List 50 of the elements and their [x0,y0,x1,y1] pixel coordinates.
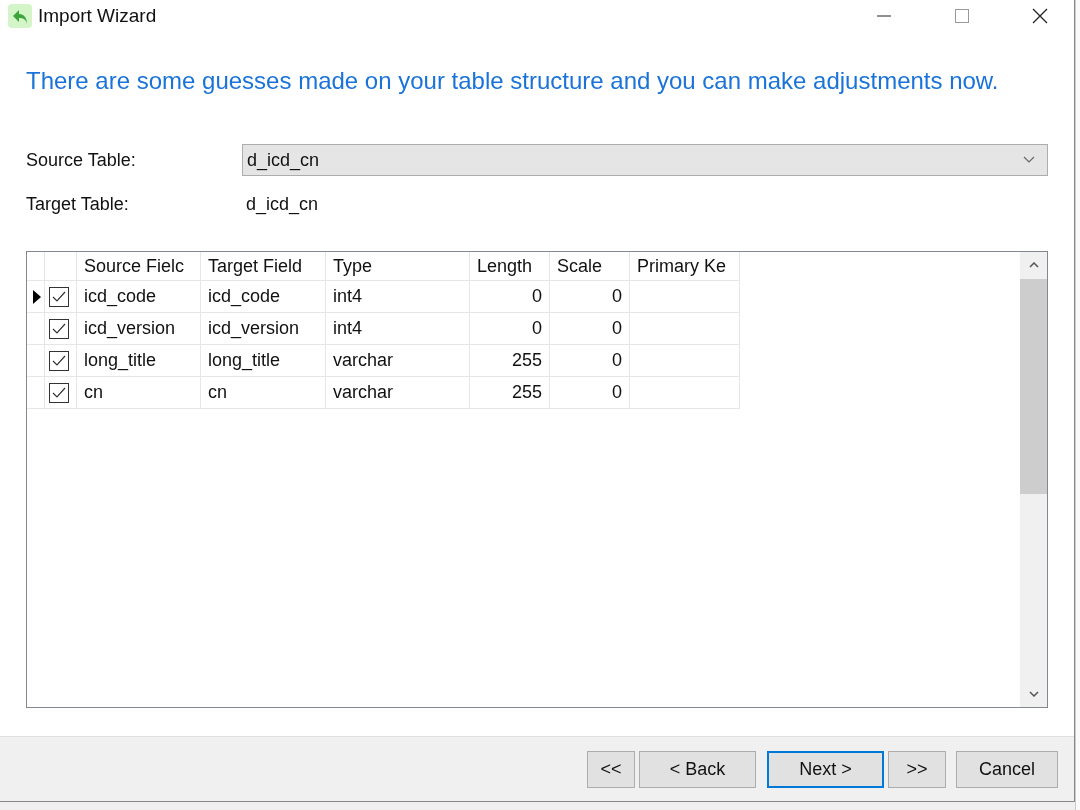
checkbox[interactable] [49,286,69,307]
table-cell: long_title [77,345,201,377]
column-header[interactable]: Primary Ke [630,252,740,281]
table-cell: icd_code [77,281,201,313]
table-cell: cn [77,377,201,409]
table-cell: 0 [550,313,630,345]
checkbox[interactable] [49,350,69,371]
column-header[interactable]: Target Field [201,252,326,281]
source-table-dropdown[interactable]: d_icd_cn [242,144,1048,176]
table-cell: icd_code [201,281,326,313]
table-cell: varchar [326,377,470,409]
table-cell: 255 [470,377,550,409]
app-icon [8,4,32,28]
chevron-down-icon [1023,156,1035,164]
wizard-button[interactable]: Cancel [956,750,1058,788]
table-cell: int4 [326,281,470,313]
table-cell: 0 [470,281,550,313]
table-cell: varchar [326,345,470,377]
table-cell: int4 [326,313,470,345]
table-cell: icd_version [77,313,201,345]
wizard-button[interactable]: >> [888,750,946,788]
wizard-button[interactable]: << [587,750,635,788]
target-table-value: d_icd_cn [245,193,319,215]
wizard-button[interactable]: < Back [639,750,756,788]
wizard-button[interactable]: Next > [767,750,884,788]
maximize-icon[interactable] [954,8,970,24]
column-header[interactable]: Type [326,252,470,281]
table-cell: 0 [550,377,630,409]
table-cell: 0 [470,313,550,345]
wizard-heading: There are some guesses made on your table structure and you can make adjustments now. [26,66,1000,96]
current-row-icon [33,289,41,304]
source-table-label: Source Table: [26,149,137,171]
scroll-up-icon[interactable] [1028,262,1039,268]
table-cell: 255 [470,345,550,377]
column-header[interactable]: Scale [550,252,630,281]
table-cell: 0 [550,281,630,313]
close-icon[interactable] [1032,8,1048,24]
table-cell: icd_version [201,313,326,345]
row-header[interactable] [27,281,45,313]
table-cell: 0 [550,345,630,377]
checkbox[interactable] [49,382,69,403]
table-cell: cn [201,377,326,409]
scroll-down-icon[interactable] [1028,691,1039,697]
window-title: Import Wizard [38,5,157,27]
column-header[interactable]: Source Fielc [77,252,201,281]
column-header[interactable]: Length [470,252,550,281]
table-cell: long_title [201,345,326,377]
checkbox[interactable] [49,318,69,339]
target-table-label: Target Table: [26,193,130,215]
scrollbar[interactable] [1020,252,1047,707]
